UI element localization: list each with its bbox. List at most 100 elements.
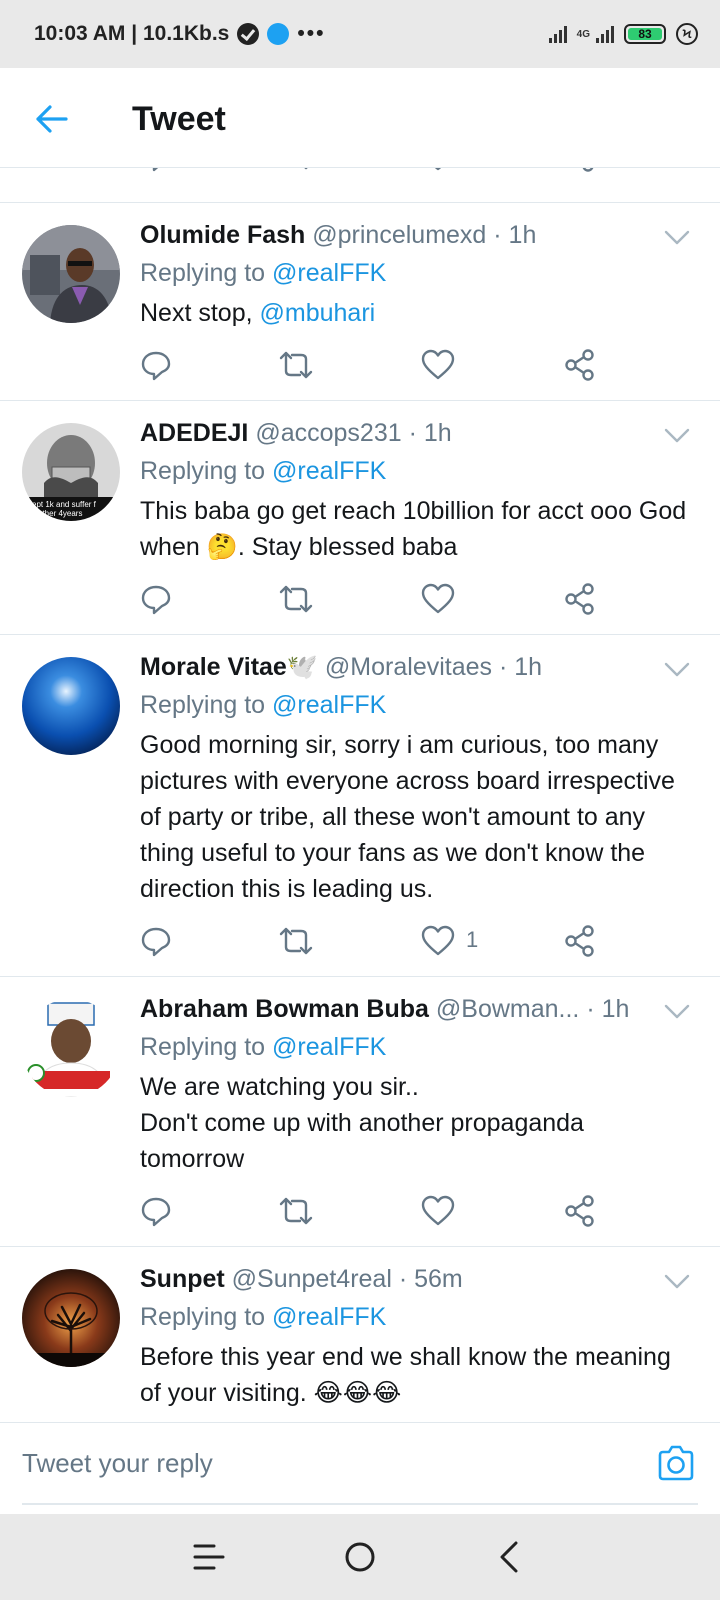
reply-bubble-icon xyxy=(141,585,171,615)
tweet-text: Next stop, @mbuhari xyxy=(140,295,692,331)
share-button[interactable] xyxy=(560,1191,600,1231)
reply-button[interactable] xyxy=(136,168,176,176)
recent-apps-button[interactable] xyxy=(184,1532,234,1582)
previous-tweet-actions xyxy=(0,168,720,196)
reply-feed[interactable]: Olumide Fash @princelumexd · 1h Replying… xyxy=(0,168,720,1422)
like-count: 1 xyxy=(466,927,479,952)
tweet-text-mention[interactable]: @mbuhari xyxy=(260,299,376,327)
user-handle[interactable]: @Sunpet4real xyxy=(232,1265,392,1293)
tweet-text-content: Next stop, xyxy=(140,299,260,327)
heart-icon xyxy=(421,583,455,614)
menu-lines-icon xyxy=(193,1544,225,1570)
reply-button[interactable] xyxy=(136,579,176,619)
retweet-icon xyxy=(304,168,308,170)
tweet-item[interactable]: cept 1k and suffer f other 4years ADEDEJ… xyxy=(0,400,720,634)
display-name[interactable]: Olumide Fash xyxy=(140,221,305,249)
reply-composer xyxy=(0,1422,720,1514)
replying-to-label: Replying to xyxy=(140,457,273,485)
camera-icon xyxy=(658,1445,694,1481)
user-handle[interactable]: @Bowman... xyxy=(436,995,579,1023)
reply-input[interactable] xyxy=(22,1423,698,1505)
tweet-header: Morale Vitae🕊️ @Moralevitaes · 1h xyxy=(140,653,650,682)
reply-bubble-icon xyxy=(152,168,159,172)
page-title: Tweet xyxy=(132,100,226,138)
retweet-button[interactable] xyxy=(276,168,316,176)
charging-icon: Ϟ xyxy=(676,23,698,45)
status-time-speed: 10:03 AM | 10.1Kb.s xyxy=(34,22,230,45)
share-button[interactable] xyxy=(560,579,600,619)
like-button[interactable] xyxy=(418,1191,458,1231)
tweet-item[interactable]: Olumide Fash @princelumexd · 1h Replying… xyxy=(0,202,720,400)
reply-button[interactable] xyxy=(136,921,176,961)
replying-to-label: Replying to xyxy=(140,1303,273,1331)
display-name[interactable]: Morale Vitae🕊️ xyxy=(140,653,318,681)
camera-button[interactable] xyxy=(656,1443,696,1483)
like-button[interactable] xyxy=(418,345,458,385)
avatar[interactable] xyxy=(22,1269,120,1367)
share-button[interactable] xyxy=(560,921,600,961)
display-name[interactable]: Abraham Bowman Buba xyxy=(140,995,429,1023)
retweet-button[interactable] xyxy=(276,921,316,961)
reply-bubble-icon xyxy=(141,351,171,381)
avatar[interactable] xyxy=(22,657,120,755)
avatar-image xyxy=(22,225,120,323)
replying-to-label: Replying to xyxy=(140,691,273,719)
user-handle[interactable]: @princelumexd xyxy=(312,221,486,249)
avatar-caption-line2: other 4years xyxy=(38,509,82,518)
display-name[interactable]: ADEDEJI xyxy=(140,419,248,447)
chevron-down-icon[interactable] xyxy=(664,427,690,445)
like-button[interactable] xyxy=(418,921,458,961)
status-right: 4G 83 Ϟ xyxy=(548,23,698,45)
share-icon xyxy=(565,349,594,381)
replying-to-mention[interactable]: @realFFK xyxy=(272,691,386,719)
heart-icon xyxy=(434,168,442,171)
avatar[interactable] xyxy=(22,225,120,323)
tweet-item[interactable]: Morale Vitae🕊️ @Moralevitaes · 1h Replyi… xyxy=(0,634,720,976)
like-button[interactable] xyxy=(418,168,458,176)
retweet-button[interactable] xyxy=(276,1191,316,1231)
avatar[interactable]: cept 1k and suffer f other 4years xyxy=(22,423,120,521)
back-nav-button[interactable] xyxy=(484,1532,534,1582)
like-button[interactable] xyxy=(418,579,458,619)
share-icon xyxy=(582,168,594,172)
replying-to-mention[interactable]: @realFFK xyxy=(272,259,386,287)
signal-icon xyxy=(548,25,567,43)
reply-bubble-icon xyxy=(141,1197,171,1227)
tweet-text: This baba go get reach 10billion for acc… xyxy=(140,497,687,561)
chevron-down-icon[interactable] xyxy=(664,229,690,247)
replying-to: Replying to @realFFK xyxy=(140,1033,386,1062)
chevron-left-icon xyxy=(500,1541,518,1573)
home-button[interactable] xyxy=(335,1532,385,1582)
tweet-item[interactable]: Sunpet @Sunpet4real · 56m Replying to @r… xyxy=(0,1246,720,1422)
reply-button[interactable] xyxy=(136,1191,176,1231)
chevron-down-icon[interactable] xyxy=(664,661,690,679)
share-button[interactable] xyxy=(560,168,600,176)
user-handle[interactable]: @Moralevitaes xyxy=(325,653,492,681)
avatar[interactable] xyxy=(22,999,120,1097)
tweet-actions xyxy=(0,345,720,385)
share-button[interactable] xyxy=(560,345,600,385)
check-circle-icon xyxy=(237,23,260,45)
tweet-item[interactable]: Abraham Bowman Buba @Bowman... · 1h Repl… xyxy=(0,976,720,1246)
reply-button[interactable] xyxy=(136,345,176,385)
tweet-text-line: Don't come up with another propaganda to… xyxy=(140,1109,584,1173)
arrow-left-icon xyxy=(36,105,68,133)
replying-to-mention[interactable]: @realFFK xyxy=(272,1033,386,1061)
tweet-text: We are watching you sir.. Don't come up … xyxy=(140,1069,692,1177)
tweet-header: Abraham Bowman Buba @Bowman... · 1h xyxy=(140,995,650,1024)
tweet-actions xyxy=(0,579,720,619)
tweet-text: Before this year end we shall know the m… xyxy=(140,1343,671,1407)
retweet-button[interactable] xyxy=(276,345,316,385)
retweet-button[interactable] xyxy=(276,579,316,619)
status-left: 10:03 AM | 10.1Kb.s ••• xyxy=(34,22,325,46)
tweet-time: · 1h xyxy=(493,221,537,249)
replying-to-mention[interactable]: @realFFK xyxy=(272,457,386,485)
tweet-header: Olumide Fash @princelumexd · 1h xyxy=(140,221,650,250)
back-button[interactable] xyxy=(30,98,72,140)
display-name[interactable]: Sunpet xyxy=(140,1265,225,1293)
user-handle[interactable]: @accops231 xyxy=(255,419,401,447)
chevron-down-icon[interactable] xyxy=(664,1003,690,1021)
chevron-down-icon[interactable] xyxy=(664,1273,690,1291)
heart-icon xyxy=(421,1195,455,1226)
replying-to-mention[interactable]: @realFFK xyxy=(272,1303,386,1331)
